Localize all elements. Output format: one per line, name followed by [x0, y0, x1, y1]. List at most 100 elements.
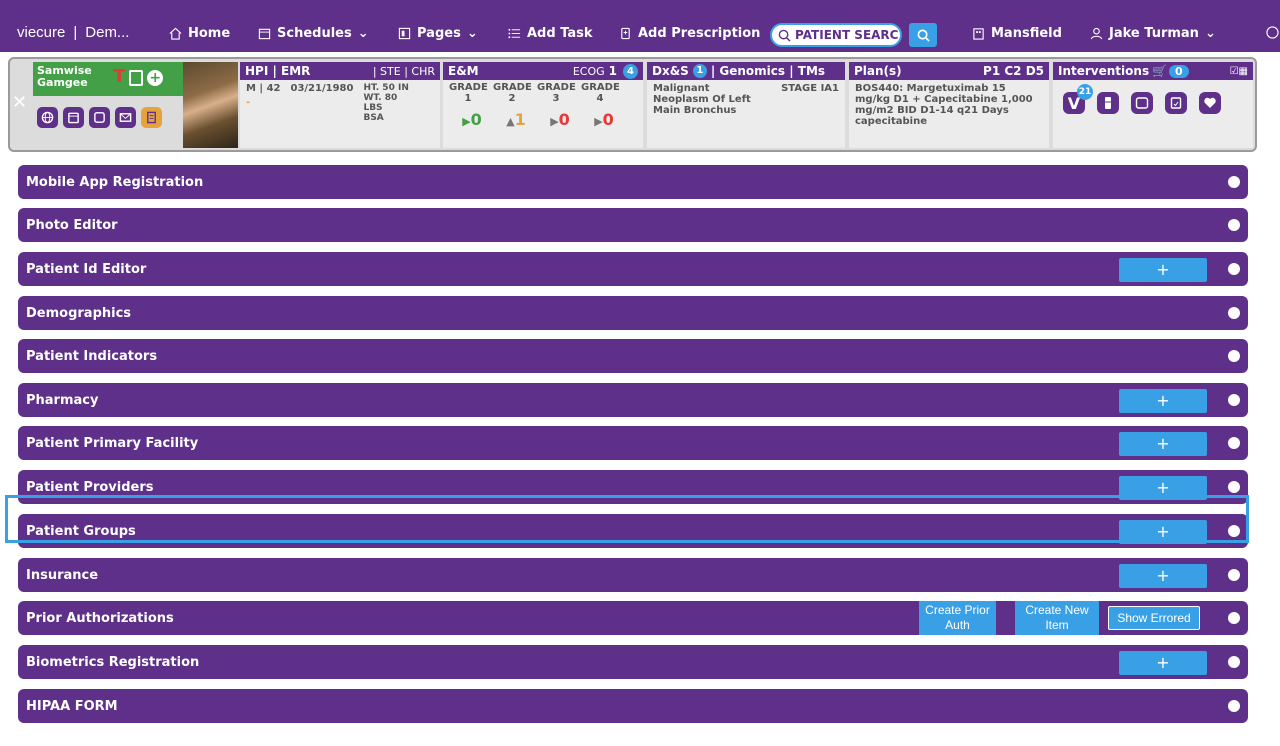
grade-4-value: 0	[602, 110, 614, 129]
hpi-panel[interactable]: HPI | EMR | STE | CHR M | 42 - 03/21/198…	[240, 62, 440, 148]
toggle-dot-icon[interactable]	[1228, 176, 1240, 188]
patient-search-input[interactable]: PATIENT SEARC	[770, 23, 902, 47]
section-demographics[interactable]: Demographics	[18, 296, 1248, 330]
square-icon[interactable]	[89, 107, 110, 128]
grade-4-label: GRADE 4	[581, 82, 620, 104]
nav-add-prescription[interactable]: Add Prescription	[619, 26, 760, 41]
toggle-dot-icon[interactable]	[1228, 437, 1240, 449]
clipboard-icon[interactable]	[1165, 92, 1187, 114]
chevron-down-icon: ⌄	[1204, 26, 1216, 41]
cart-icon[interactable]: 🛒	[1152, 64, 1167, 78]
section-photo-editor[interactable]: Photo Editor	[18, 208, 1248, 242]
play-icon: ▶	[594, 115, 603, 128]
plan-text: BOS440: Margetuximab 15 mg/kg D1 + Capec…	[855, 83, 1033, 127]
ste-chr-label: | STE | CHR	[372, 64, 435, 78]
toggle-dot-icon[interactable]	[1228, 394, 1240, 406]
section-patient-primary-facility[interactable]: Patient Primary Facility +	[18, 426, 1248, 460]
grade-2-value: 1	[514, 110, 526, 129]
mar-icon[interactable]	[1131, 92, 1153, 114]
section-label: Patient Primary Facility	[26, 436, 199, 451]
chevron-down-icon: ⌄	[357, 26, 369, 41]
hpi-header: HPI | EMR	[245, 64, 311, 78]
section-patient-id-editor[interactable]: Patient Id Editor +	[18, 252, 1248, 286]
mail-icon[interactable]	[115, 107, 136, 128]
v-badge: 21	[1077, 84, 1093, 100]
add-button[interactable]: +	[1119, 432, 1207, 456]
section-hipaa-form[interactable]: HIPAA FORM	[18, 689, 1248, 723]
create-new-item-button[interactable]: Create New Item	[1015, 601, 1099, 635]
toggle-dot-icon[interactable]	[1228, 569, 1240, 581]
add-button[interactable]: +	[1119, 564, 1207, 588]
toggle-dot-icon[interactable]	[1228, 656, 1240, 668]
document-icon[interactable]	[129, 70, 144, 86]
plan-cycle: P1 C2 D5	[983, 64, 1044, 78]
nav-home[interactable]: Home	[169, 26, 230, 41]
search-button[interactable]	[909, 23, 937, 47]
add-button[interactable]: +	[1119, 258, 1207, 282]
sex-age: M | 42	[246, 83, 281, 94]
nav-user-menu[interactable]: Jake Turman ⌄	[1090, 26, 1216, 41]
grade-1-label: GRADE 1	[449, 82, 488, 104]
patient-last-name: Gamgee	[37, 76, 88, 89]
pharmacy-icon[interactable]	[1097, 92, 1119, 114]
shield-plus-icon[interactable]: +	[147, 70, 164, 86]
patient-card: Samwise Gamgee T +	[33, 62, 238, 148]
t-flag-icon[interactable]: T	[113, 68, 125, 86]
nav-add-task[interactable]: Add Task	[508, 26, 593, 41]
prescription-icon	[621, 27, 630, 40]
stage: STAGE IA1	[781, 83, 839, 94]
v-icon[interactable]: V 21	[1063, 84, 1093, 114]
dx-header: Dx&S	[652, 64, 689, 78]
play-icon: ▶	[550, 115, 559, 128]
section-label: Patient Id Editor	[26, 262, 147, 277]
interventions-header: Interventions	[1058, 64, 1150, 78]
brand[interactable]: viecure | Dem...	[17, 24, 129, 41]
add-button[interactable]: +	[1119, 389, 1207, 413]
dob: 03/21/1980	[290, 83, 354, 94]
task-list-icon	[508, 28, 521, 39]
collapse-arrow-icon[interactable]: ✕	[12, 92, 27, 113]
ecog-badge: 4	[623, 63, 638, 79]
em-panel[interactable]: E&M ECOG 1 4 GRADE 1 GRADE 2 GRADE 3 GRA…	[443, 62, 643, 148]
section-patient-indicators[interactable]: Patient Indicators	[18, 339, 1248, 373]
height: HT. 50 IN	[363, 83, 409, 93]
show-errored-button[interactable]: Show Errored	[1108, 606, 1200, 630]
toggle-dot-icon[interactable]	[1228, 219, 1240, 231]
calendar-icon	[258, 28, 271, 40]
nav-pages[interactable]: Pages ⌄	[398, 26, 478, 41]
ecog-label: ECOG	[572, 64, 605, 78]
em-header: E&M	[448, 64, 479, 78]
toggle-dot-icon[interactable]	[1228, 307, 1240, 319]
grade-2-label: GRADE 2	[493, 82, 532, 104]
dx-panel[interactable]: Dx&S 1 | Genomics | TMs Malignant Neopla…	[647, 62, 845, 148]
create-prior-auth-button[interactable]: Create Prior Auth	[919, 601, 996, 635]
diagnosis: Malignant Neoplasm Of Left Main Bronchus	[653, 83, 751, 116]
toggle-dot-icon[interactable]	[1228, 700, 1240, 712]
heart-plus-icon[interactable]	[1199, 92, 1221, 114]
toggle-dot-icon[interactable]	[1228, 481, 1240, 493]
section-label: Photo Editor	[26, 218, 118, 233]
notes-icon[interactable]	[141, 107, 162, 128]
toggle-dot-icon[interactable]	[1228, 263, 1240, 275]
patient-photo[interactable]	[183, 62, 238, 148]
add-button[interactable]: +	[1119, 651, 1207, 675]
checkbox-cart-icon[interactable]: ☑▦	[1230, 66, 1248, 77]
grade-1-value: 0	[470, 110, 482, 129]
section-insurance[interactable]: Insurance +	[18, 558, 1248, 592]
section-pharmacy[interactable]: Pharmacy +	[18, 383, 1248, 417]
nav-schedules[interactable]: Schedules ⌄	[258, 26, 369, 41]
section-biometrics-registration[interactable]: Biometrics Registration +	[18, 645, 1248, 679]
plan-panel[interactable]: Plan(s) P1 C2 D5 BOS440: Margetuximab 15…	[849, 62, 1049, 148]
weight: WT. 80 LBS	[363, 93, 398, 113]
nav-location[interactable]: Mansfield	[972, 26, 1062, 41]
dash-value: -	[246, 97, 251, 108]
toggle-dot-icon[interactable]	[1228, 350, 1240, 362]
toggle-dot-icon[interactable]	[1228, 612, 1240, 624]
grade-3-label: GRADE 3	[537, 82, 576, 104]
help-icon[interactable]	[1266, 26, 1279, 39]
section-prior-authorizations[interactable]: Prior Authorizations Create Prior Auth Cre…	[18, 601, 1248, 635]
globe-icon[interactable]	[37, 107, 58, 128]
section-mobile-app-registration[interactable]: Mobile App Registration	[18, 165, 1248, 199]
calendar-icon[interactable]	[63, 107, 84, 128]
section-label: Patient Providers	[26, 480, 154, 495]
